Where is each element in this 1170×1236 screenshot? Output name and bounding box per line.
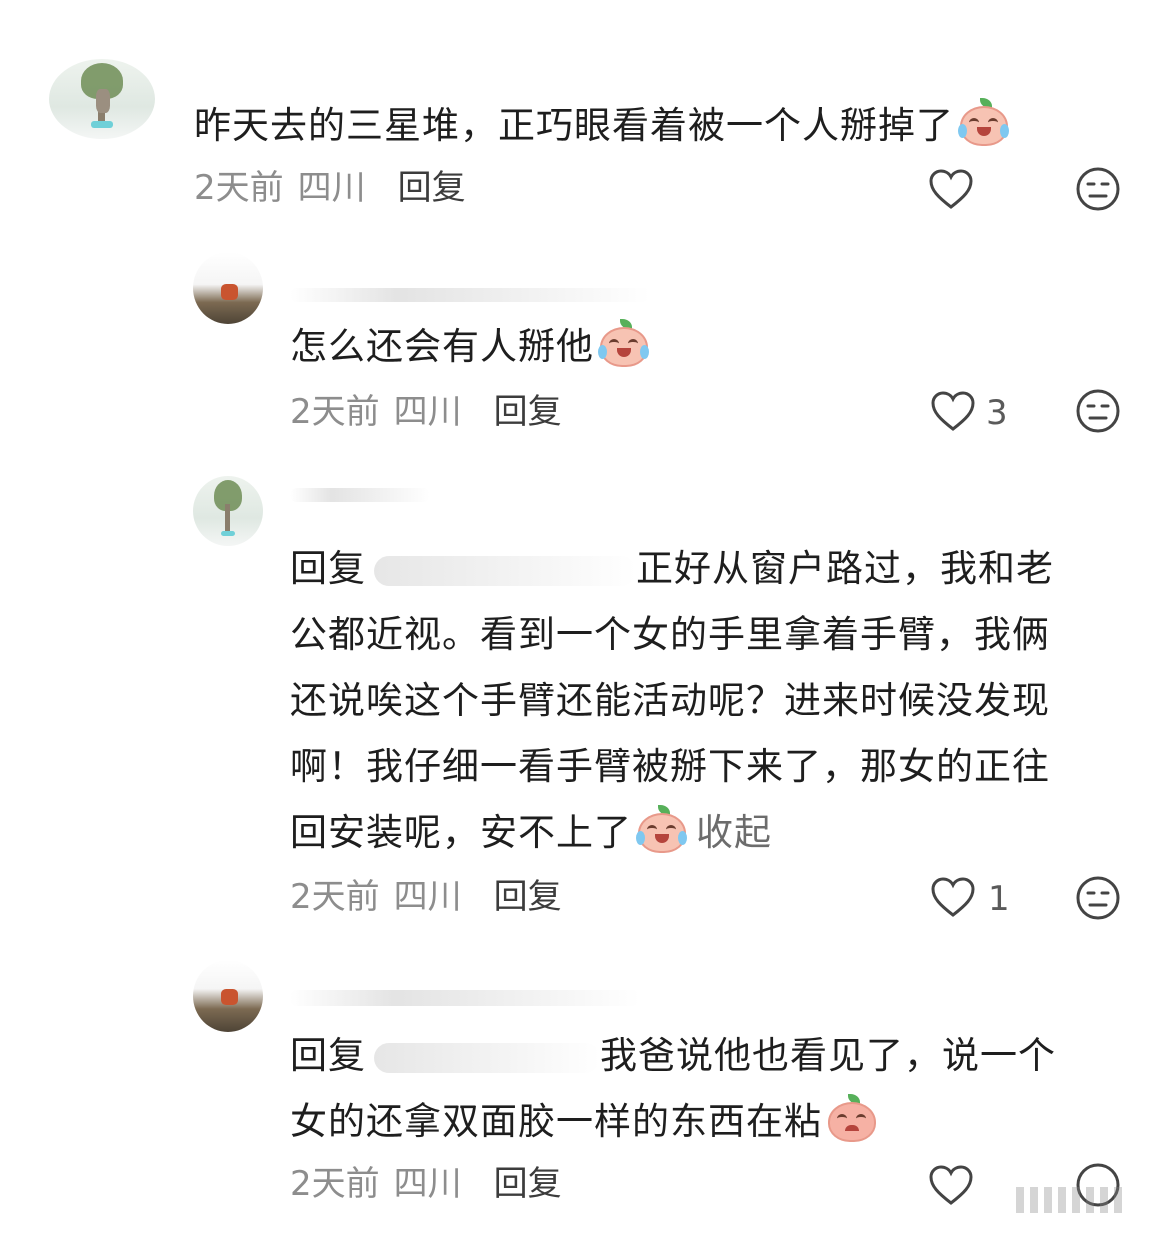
comment-meta: 2天前 四川 回复 [290,1164,562,1204]
like-count: 3 [986,393,1008,433]
crying-emoji-icon [598,319,650,367]
heart-icon[interactable] [930,876,976,918]
comment-time: 2天前 [290,392,380,432]
watermark [1016,1180,1146,1220]
comment-location: 四川 [393,1164,462,1204]
neutral-face-icon[interactable] [1075,166,1121,212]
neutral-face-icon[interactable] [1075,875,1121,921]
heart-icon[interactable] [930,390,976,432]
avatar[interactable] [49,59,155,139]
comment-meta: 2天前 四川 回复 [290,392,562,432]
heart-icon[interactable] [928,1164,974,1206]
blurred-username [290,288,650,302]
comment-location: 四川 [297,168,366,208]
comment-location: 四川 [393,877,462,917]
blurred-username [290,990,640,1006]
comment-text: 回复 我爸说他也看见了，说一个 女的还拿双面胶一样的东西在粘 [290,1034,1056,1143]
reply-button[interactable]: 回复 [494,392,562,432]
neutral-face-icon[interactable] [1075,388,1121,434]
sad-emoji-icon [826,1094,878,1142]
comment-time: 2天前 [290,1164,380,1204]
blurred-mention [374,555,636,586]
crying-emoji-icon [636,805,688,853]
comment-meta: 2天前 四川 回复 [194,168,466,208]
crying-emoji-icon [958,98,1010,146]
comment-text: 回复 正好从窗户路过，我和老 公都近视。看到一个女的手里拿着手臂，我俩 还说唉这个… [290,547,1054,854]
reply-button[interactable]: 回复 [494,877,562,917]
comment-text: 怎么还会有人掰他 [290,314,650,380]
heart-icon[interactable] [928,168,974,210]
collapse-button[interactable]: 收起 [696,811,772,854]
comment-time: 2天前 [290,877,380,917]
avatar[interactable] [193,476,263,546]
reply-button[interactable]: 回复 [398,168,466,208]
like-count: 1 [988,879,1010,919]
comment-text: 昨天去的三星堆，正巧眼看着被一个人掰掉了 [194,93,1010,159]
comment-time: 2天前 [194,168,284,208]
reply-prefix: 回复 [290,547,366,590]
reply-button[interactable]: 回复 [494,1164,562,1204]
blurred-username [290,488,430,502]
reply-prefix: 回复 [290,1034,366,1077]
avatar[interactable] [193,960,263,1032]
comment-location: 四川 [393,392,462,432]
avatar[interactable] [193,252,263,324]
comment-meta: 2天前 四川 回复 [290,877,562,917]
blurred-mention [374,1042,600,1073]
